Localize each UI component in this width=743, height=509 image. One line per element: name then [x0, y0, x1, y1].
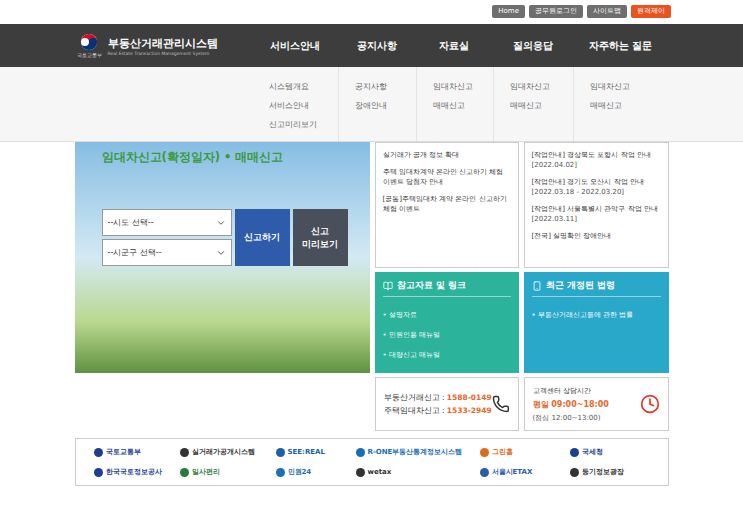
related-site-logo[interactable]: 한국국토정보공사 — [94, 467, 180, 477]
menu-column: 임대차신고매매신고 — [573, 67, 669, 141]
utility-link[interactable]: 공무원로그인 — [529, 5, 583, 18]
logo-mark-icon — [180, 468, 189, 477]
logo-mark-icon — [276, 448, 285, 457]
logo-mark-icon — [480, 448, 489, 457]
logo-mark-icon — [570, 468, 579, 477]
menu-item[interactable]: 장애안내 — [355, 96, 416, 115]
nav-item[interactable]: 서비스안내 — [253, 24, 338, 67]
work-notice-item[interactable]: [전국] 실명확인 장애안내 — [532, 231, 661, 241]
page: Home 공무원로그인 사이트맵 원격제어국토교통부 부동산거래관리시스템Real Es… — [0, 0, 743, 509]
report-button[interactable]: 신고미리보기 — [293, 209, 348, 266]
link-item[interactable]: • 대량신고 매뉴얼 — [383, 351, 441, 359]
menu-column: 시스템개요서비스안내신고미리보기 — [253, 67, 338, 141]
report-form: --시도 선택-- --시군구 선택--신고하기신고미리보기 — [102, 209, 370, 266]
logo-mark-icon — [180, 448, 189, 457]
region-select[interactable]: --시도 선택-- — [102, 209, 232, 236]
related-site-logo[interactable]: 민원24 — [276, 467, 356, 477]
hours-box: 고객센터 상담시간평일 09:00~18:00 (점심 12:00~13:00) — [524, 377, 669, 431]
logo-mark-icon — [356, 468, 365, 477]
phone-line: 주택임대차신고 : 1533-2949 — [384, 406, 492, 416]
site-title: 부동산거래관리시스템 — [108, 36, 218, 51]
related-site-logo[interactable]: SEE:REAL — [276, 447, 356, 457]
device-icon — [532, 281, 542, 291]
menu-item[interactable]: 매매신고 — [433, 96, 493, 115]
site-logo[interactable]: 국토교통부 부동산거래관리시스템Real Estate Transaction M… — [75, 24, 253, 67]
book-icon — [383, 281, 393, 291]
menu-item[interactable]: 시스템개요 — [269, 77, 338, 96]
utility-bar: Home 공무원로그인 사이트맵 원격제어 — [0, 0, 743, 23]
main-content: 임대차신고(확정일자) • 매매신고 --시도 선택-- --시군구 선택--신고하… — [75, 142, 669, 431]
related-sites: 국토교통부실거래가공개시스템SEE:REALR-ONE부동산통계정보시스템그린홈… — [75, 438, 669, 486]
utility-link[interactable]: Home — [492, 5, 525, 18]
logo-mark-icon — [94, 468, 103, 477]
link-item[interactable]: • 설명자료 — [383, 311, 417, 319]
related-site-logo[interactable]: 실거래가공개시스템 — [180, 447, 276, 457]
logo-mark-icon — [480, 468, 489, 477]
ministry-label: 국토교통부 — [77, 52, 102, 58]
mega-menu: 시스템개요서비스안내신고미리보기공지사항장애안내임대차신고매매신고임대차신고매매… — [0, 67, 743, 142]
related-site-logo[interactable]: 서울시ETAX — [480, 467, 570, 477]
emblem-icon — [80, 33, 98, 51]
nav-item[interactable]: 질의응답 — [493, 24, 573, 67]
logo-mark-icon — [570, 448, 579, 457]
related-site-logo[interactable]: 국세청 — [570, 447, 650, 457]
utility-link[interactable]: 사이트맵 — [587, 5, 627, 18]
nav-item[interactable]: 자료실 — [416, 24, 493, 67]
logo-mark-icon — [276, 468, 285, 477]
work-notice-item[interactable]: [작업안내] 경기도 오산시 작업 안내[2022.03.18 - 2022.0… — [532, 177, 661, 197]
hero-banner: 임대차신고(확정일자) • 매매신고 --시도 선택-- --시군구 선택--신고하… — [75, 142, 370, 373]
header: 국토교통부 부동산거래관리시스템Real Estate Transaction M… — [0, 24, 743, 67]
nav-item[interactable]: 공지사항 — [338, 24, 416, 67]
menu-item[interactable]: 임대차신고 — [433, 77, 493, 96]
menu-item[interactable]: 매매신고 — [590, 96, 669, 115]
related-site-logo[interactable]: 일사편리 — [180, 467, 276, 477]
chevron-icon — [216, 218, 226, 228]
notice-item[interactable]: [공통]주택임대차 계약 온라인 신고하기 체험 이벤트 — [383, 194, 511, 214]
hero-title: 임대차신고(확정일자) • 매매신고 — [102, 150, 370, 165]
region-select[interactable]: --시군구 선택-- — [102, 239, 232, 266]
hours-weekday: 평일 09:00~18:00 — [533, 399, 609, 410]
menu-item[interactable]: 임대차신고 — [510, 77, 573, 96]
menu-item[interactable]: 임대차신고 — [590, 77, 669, 96]
hours-title: 고객센터 상담시간 — [533, 386, 609, 396]
notice-list: 실거래가 공개 정보 확대주택 임대차계약 온라인 신고하기 체험 이벤트 당첨… — [375, 142, 519, 268]
site-subtitle: Real Estate Transaction Management Syste… — [108, 51, 218, 56]
work-notice-item[interactable]: [작업안내] 경상북도 포항시 작업 안내[2022.04.02] — [532, 150, 661, 170]
law-item[interactable]: • 부동산거래신고등에 관한 법률 — [532, 311, 634, 319]
phone-icon — [492, 395, 510, 413]
link-item[interactable]: • 민원인용 매뉴얼 — [383, 331, 441, 339]
menu-column: 공지사항장애안내 — [338, 67, 416, 141]
menu-item[interactable]: 신고미리보기 — [269, 115, 338, 134]
menu-item[interactable]: 매매신고 — [510, 96, 573, 115]
laws-box: 최근 개정된 법령• 부동산거래신고등에 관한 법률 — [524, 272, 669, 373]
clock-icon — [640, 394, 660, 414]
work-notice-list: [작업안내] 경상북도 포항시 작업 안내[2022.04.02] [작업안내] … — [524, 142, 669, 268]
menu-column: 임대차신고매매신고 — [416, 67, 493, 141]
phone-line: 부동산거래신고 : 1588-0149 — [384, 393, 492, 403]
related-site-logo[interactable]: wetax — [356, 467, 480, 477]
hours-lunch: (점심 12:00~13:00) — [533, 413, 609, 423]
phone-box: 부동산거래신고 : 1588-0149 주택임대차신고 : 1533-2949 — [375, 377, 519, 431]
notice-item[interactable]: 실거래가 공개 정보 확대 — [383, 150, 511, 160]
nav-item[interactable]: 자주하는 질문 — [573, 24, 669, 67]
related-site-logo[interactable]: 국토교통부 — [94, 447, 180, 457]
utility-link[interactable]: 원격제어 — [631, 5, 671, 18]
notice-item[interactable]: 주택 임대차계약 온라인 신고하기 체험 이벤트 당첨자 안내 — [383, 167, 511, 187]
menu-item[interactable]: 공지사항 — [355, 77, 416, 96]
logo-mark-icon — [356, 448, 365, 457]
chevron-icon — [216, 248, 226, 258]
menu-item[interactable]: 서비스안내 — [269, 96, 338, 115]
related-site-logo[interactable]: 그린홈 — [480, 447, 570, 457]
menu-column: 임대차신고매매신고 — [493, 67, 573, 141]
links-box: 참고자료 및 링크• 설명자료• 민원인용 매뉴얼• 대량신고 매뉴얼 — [375, 272, 519, 373]
related-site-logo[interactable]: 등기정보광장 — [570, 467, 650, 477]
work-notice-item[interactable]: [작업안내] 서울특별시 관악구 작업 안내[2022.03.11] — [532, 204, 661, 224]
related-site-logo[interactable]: R-ONE부동산통계정보시스템 — [356, 447, 480, 457]
logo-mark-icon — [94, 448, 103, 457]
report-button[interactable]: 신고하기 — [235, 209, 290, 266]
